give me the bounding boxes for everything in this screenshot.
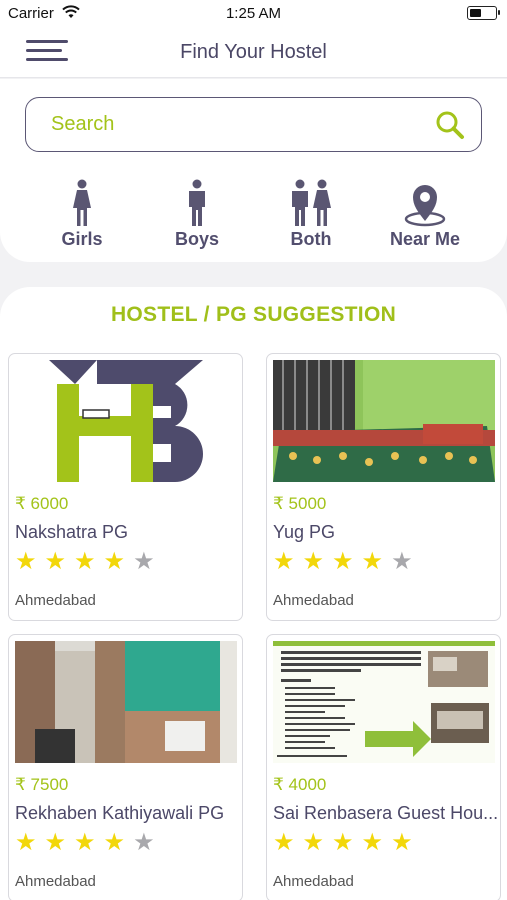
star-icon: ★ [273, 829, 303, 856]
hostel-card[interactable]: ₹ 6000 Nakshatra PG ★★★★★ Ahmedabad [8, 353, 243, 621]
nav-bar: Find Your Hostel [0, 28, 507, 78]
filter-boys-button[interactable]: Boys [142, 179, 252, 249]
star-empty-icon: ★ [133, 829, 163, 856]
filter-girls-label: Girls [61, 229, 103, 249]
couple-icon [256, 179, 366, 227]
city-label: Ahmedabad [15, 873, 96, 890]
star-icon: ★ [103, 548, 134, 575]
star-rating: ★★★★★ [15, 831, 163, 855]
star-icon: ★ [361, 548, 392, 575]
star-icon: ★ [332, 829, 362, 856]
page-title: Find Your Hostel [180, 41, 327, 63]
filter-girls-button[interactable]: Girls [27, 179, 137, 249]
star-icon: ★ [74, 829, 104, 856]
star-icon: ★ [44, 829, 75, 856]
hostel-card[interactable]: ₹ 7500 Rekhaben Kathiyawali PG ★★★★★ Ahm… [8, 634, 243, 900]
star-icon: ★ [74, 548, 104, 575]
star-rating: ★★★★★ [273, 831, 421, 855]
hostel-image [273, 641, 495, 763]
hostel-image [15, 641, 237, 763]
filter-boys-label: Boys [174, 229, 219, 249]
hostel-image [273, 360, 495, 482]
female-icon [27, 179, 137, 227]
hostel-name: Rekhaben Kathiyawali PG [15, 803, 225, 823]
filter-near-me-button[interactable]: Near Me [370, 179, 480, 249]
price-label: ₹ 5000 [273, 494, 327, 513]
price-label: ₹ 4000 [273, 775, 327, 794]
hostel-name: Nakshatra PG [15, 522, 129, 542]
star-icon: ★ [302, 548, 333, 575]
star-icon: ★ [44, 548, 75, 575]
star-empty-icon: ★ [133, 548, 163, 575]
location-pin-icon [370, 179, 480, 227]
clock: 1:25 AM [225, 5, 282, 22]
hostel-name: Sai Renbasera Guest Hou... [273, 803, 499, 823]
city-label: Ahmedabad [273, 873, 354, 890]
city-label: Ahmedabad [273, 592, 354, 609]
section-title: HOSTEL / PG SUGGESTION [110, 303, 397, 326]
battery-icon [467, 6, 500, 20]
hostel-name: Yug PG [273, 522, 336, 542]
star-icon: ★ [332, 548, 362, 575]
filter-both-label: Both [290, 229, 332, 249]
star-icon: ★ [361, 829, 392, 856]
star-icon: ★ [302, 829, 333, 856]
search-panel: Search Girls Boys Both Near Me [0, 79, 507, 262]
star-icon: ★ [15, 829, 45, 856]
star-icon: ★ [273, 548, 303, 575]
filter-row: Girls Boys Both Near Me [0, 179, 507, 249]
star-rating: ★★★★★ [273, 550, 421, 574]
hostel-image [15, 360, 237, 482]
status-bar: Carrier 1:25 AM [0, 0, 507, 28]
star-empty-icon: ★ [391, 548, 421, 575]
price-label: ₹ 6000 [15, 494, 69, 513]
filter-both-button[interactable]: Both [256, 179, 366, 249]
search-input[interactable]: Search [25, 97, 482, 152]
star-icon: ★ [15, 548, 45, 575]
hostel-card[interactable]: ₹ 5000 Yug PG ★★★★★ Ahmedabad [266, 353, 501, 621]
star-rating: ★★★★★ [15, 550, 163, 574]
hostel-card[interactable]: ₹ 4000 Sai Renbasera Guest Hou... ★★★★★ … [266, 634, 501, 900]
search-placeholder: Search [51, 113, 115, 135]
filter-near-me-label: Near Me [389, 229, 461, 249]
price-label: ₹ 7500 [15, 775, 69, 794]
male-icon [142, 179, 252, 227]
search-icon[interactable] [435, 110, 465, 145]
star-icon: ★ [391, 829, 421, 856]
star-icon: ★ [103, 829, 134, 856]
city-label: Ahmedabad [15, 592, 96, 609]
